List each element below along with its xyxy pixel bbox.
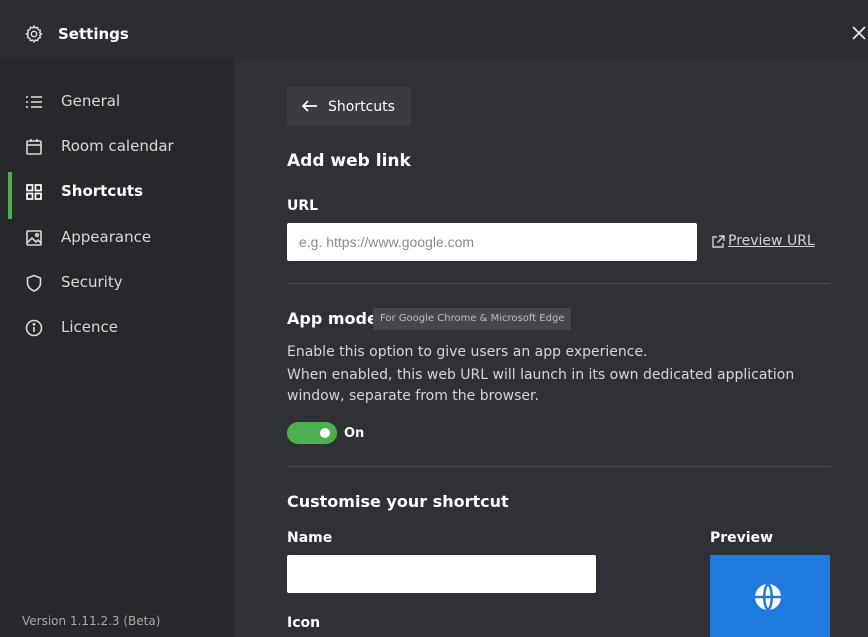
divider [287, 283, 830, 284]
grid-icon [26, 184, 42, 200]
main-panel: Shortcuts Add web link URL Preview URL A… [234, 58, 868, 637]
name-label: Name [287, 530, 333, 546]
sidebar-item-shortcuts[interactable]: Shortcuts [0, 172, 234, 219]
app-mode-description-3: window, separate from the browser. [287, 388, 539, 404]
external-link-icon [712, 235, 725, 248]
url-label: URL [287, 198, 319, 214]
sidebar-item-appearance[interactable]: Appearance [0, 218, 234, 258]
app-mode-label: App mode [287, 309, 378, 328]
window-title: Settings [58, 25, 129, 43]
shortcut-preview-tile [710, 555, 830, 637]
page-title: Add web link [287, 151, 411, 171]
toggle-state-label: On [344, 426, 365, 441]
customise-heading: Customise your shortcut [287, 492, 509, 511]
back-button[interactable]: Shortcuts [287, 87, 411, 126]
info-icon [25, 319, 43, 337]
version-label: Version 1.11.2.3 (Beta) [22, 614, 161, 628]
sidebar-item-label: General [61, 92, 121, 110]
app-mode-description-1: Enable this option to give users an app … [287, 344, 648, 360]
active-indicator [8, 172, 12, 219]
browser-badge: For Google Chrome & Microsoft Edge [373, 308, 572, 330]
shield-icon [26, 274, 42, 292]
app-mode-toggle[interactable] [287, 422, 337, 444]
globe-icon [755, 583, 781, 611]
preview-label: Preview [710, 530, 774, 546]
sidebar-item-label: Security [61, 273, 123, 291]
sidebar-item-label: Licence [61, 318, 118, 336]
image-icon [26, 230, 42, 246]
list-icon [26, 96, 42, 108]
sidebar-item-security[interactable]: Security [0, 263, 234, 303]
title-bar: Settings [0, 0, 868, 58]
close-icon[interactable] [848, 20, 868, 46]
arrow-left-icon [301, 100, 317, 112]
sidebar-item-label: Appearance [61, 228, 152, 246]
divider [287, 466, 830, 467]
back-button-label: Shortcuts [328, 99, 395, 115]
url-input[interactable] [287, 223, 697, 261]
sidebar-item-general[interactable]: General [0, 82, 234, 122]
sidebar-item-room-calendar[interactable]: Room calendar [0, 127, 234, 167]
gear-icon [25, 24, 43, 44]
sidebar-item-label: Room calendar [61, 137, 174, 155]
sidebar: General Room calendar Shortcuts Appearan… [0, 58, 234, 637]
sidebar-item-licence[interactable]: Licence [0, 308, 234, 348]
preview-url-text: Preview URL [728, 233, 815, 249]
calendar-icon [26, 139, 42, 155]
sidebar-item-label: Shortcuts [61, 182, 144, 200]
app-mode-description-2: When enabled, this web URL will launch i… [287, 367, 795, 383]
name-input[interactable] [287, 555, 596, 593]
toggle-knob [320, 428, 330, 438]
icon-label: Icon [287, 615, 321, 631]
